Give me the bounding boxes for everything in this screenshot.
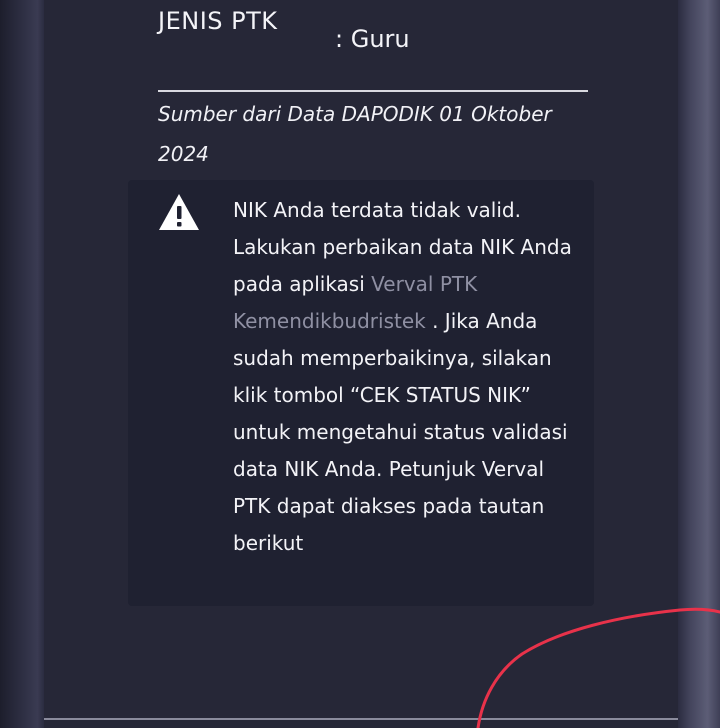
scrollbar-track[interactable] [678, 0, 720, 728]
warning-triangle-icon [159, 194, 199, 230]
screen: JENIS PTK : Guru Sumber dari Data DAPODI… [0, 0, 720, 728]
alert-text-after: . Jika Anda sudah memperbaikinya, silaka… [233, 309, 568, 555]
alert-message: NIK Anda terdata tidak valid. Lakukan pe… [233, 192, 583, 562]
screen-edge-left [0, 0, 44, 728]
bottom-divider [44, 718, 678, 720]
data-source-note: Sumber dari Data DAPODIK 01 Oktober 2024 [158, 102, 552, 166]
jenis-ptk-label: JENIS PTK [158, 7, 278, 35]
section-divider [158, 90, 588, 92]
jenis-ptk-value: : Guru [335, 25, 410, 53]
